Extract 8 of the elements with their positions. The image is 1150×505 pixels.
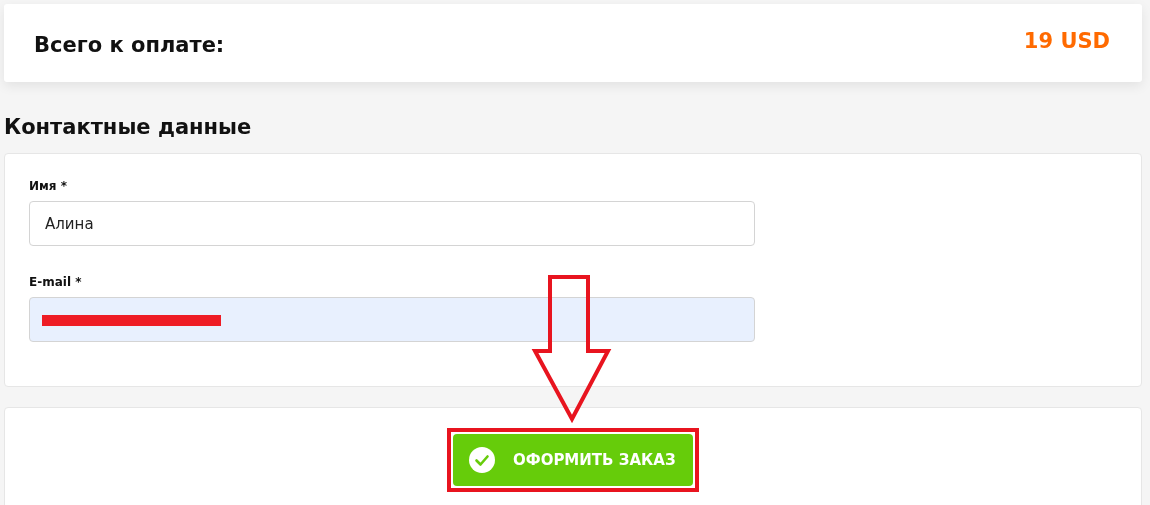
checkmark-icon xyxy=(469,447,495,473)
total-amount: 19 USD xyxy=(1023,29,1110,53)
field-label: Имя * xyxy=(29,179,67,193)
field-label: E-mail * xyxy=(29,275,82,289)
total-label: Всего к оплате: xyxy=(34,33,225,57)
section-heading: Контактные данные xyxy=(4,115,253,141)
input-field[interactable]: Алина xyxy=(29,201,755,246)
input-field[interactable] xyxy=(29,297,755,342)
